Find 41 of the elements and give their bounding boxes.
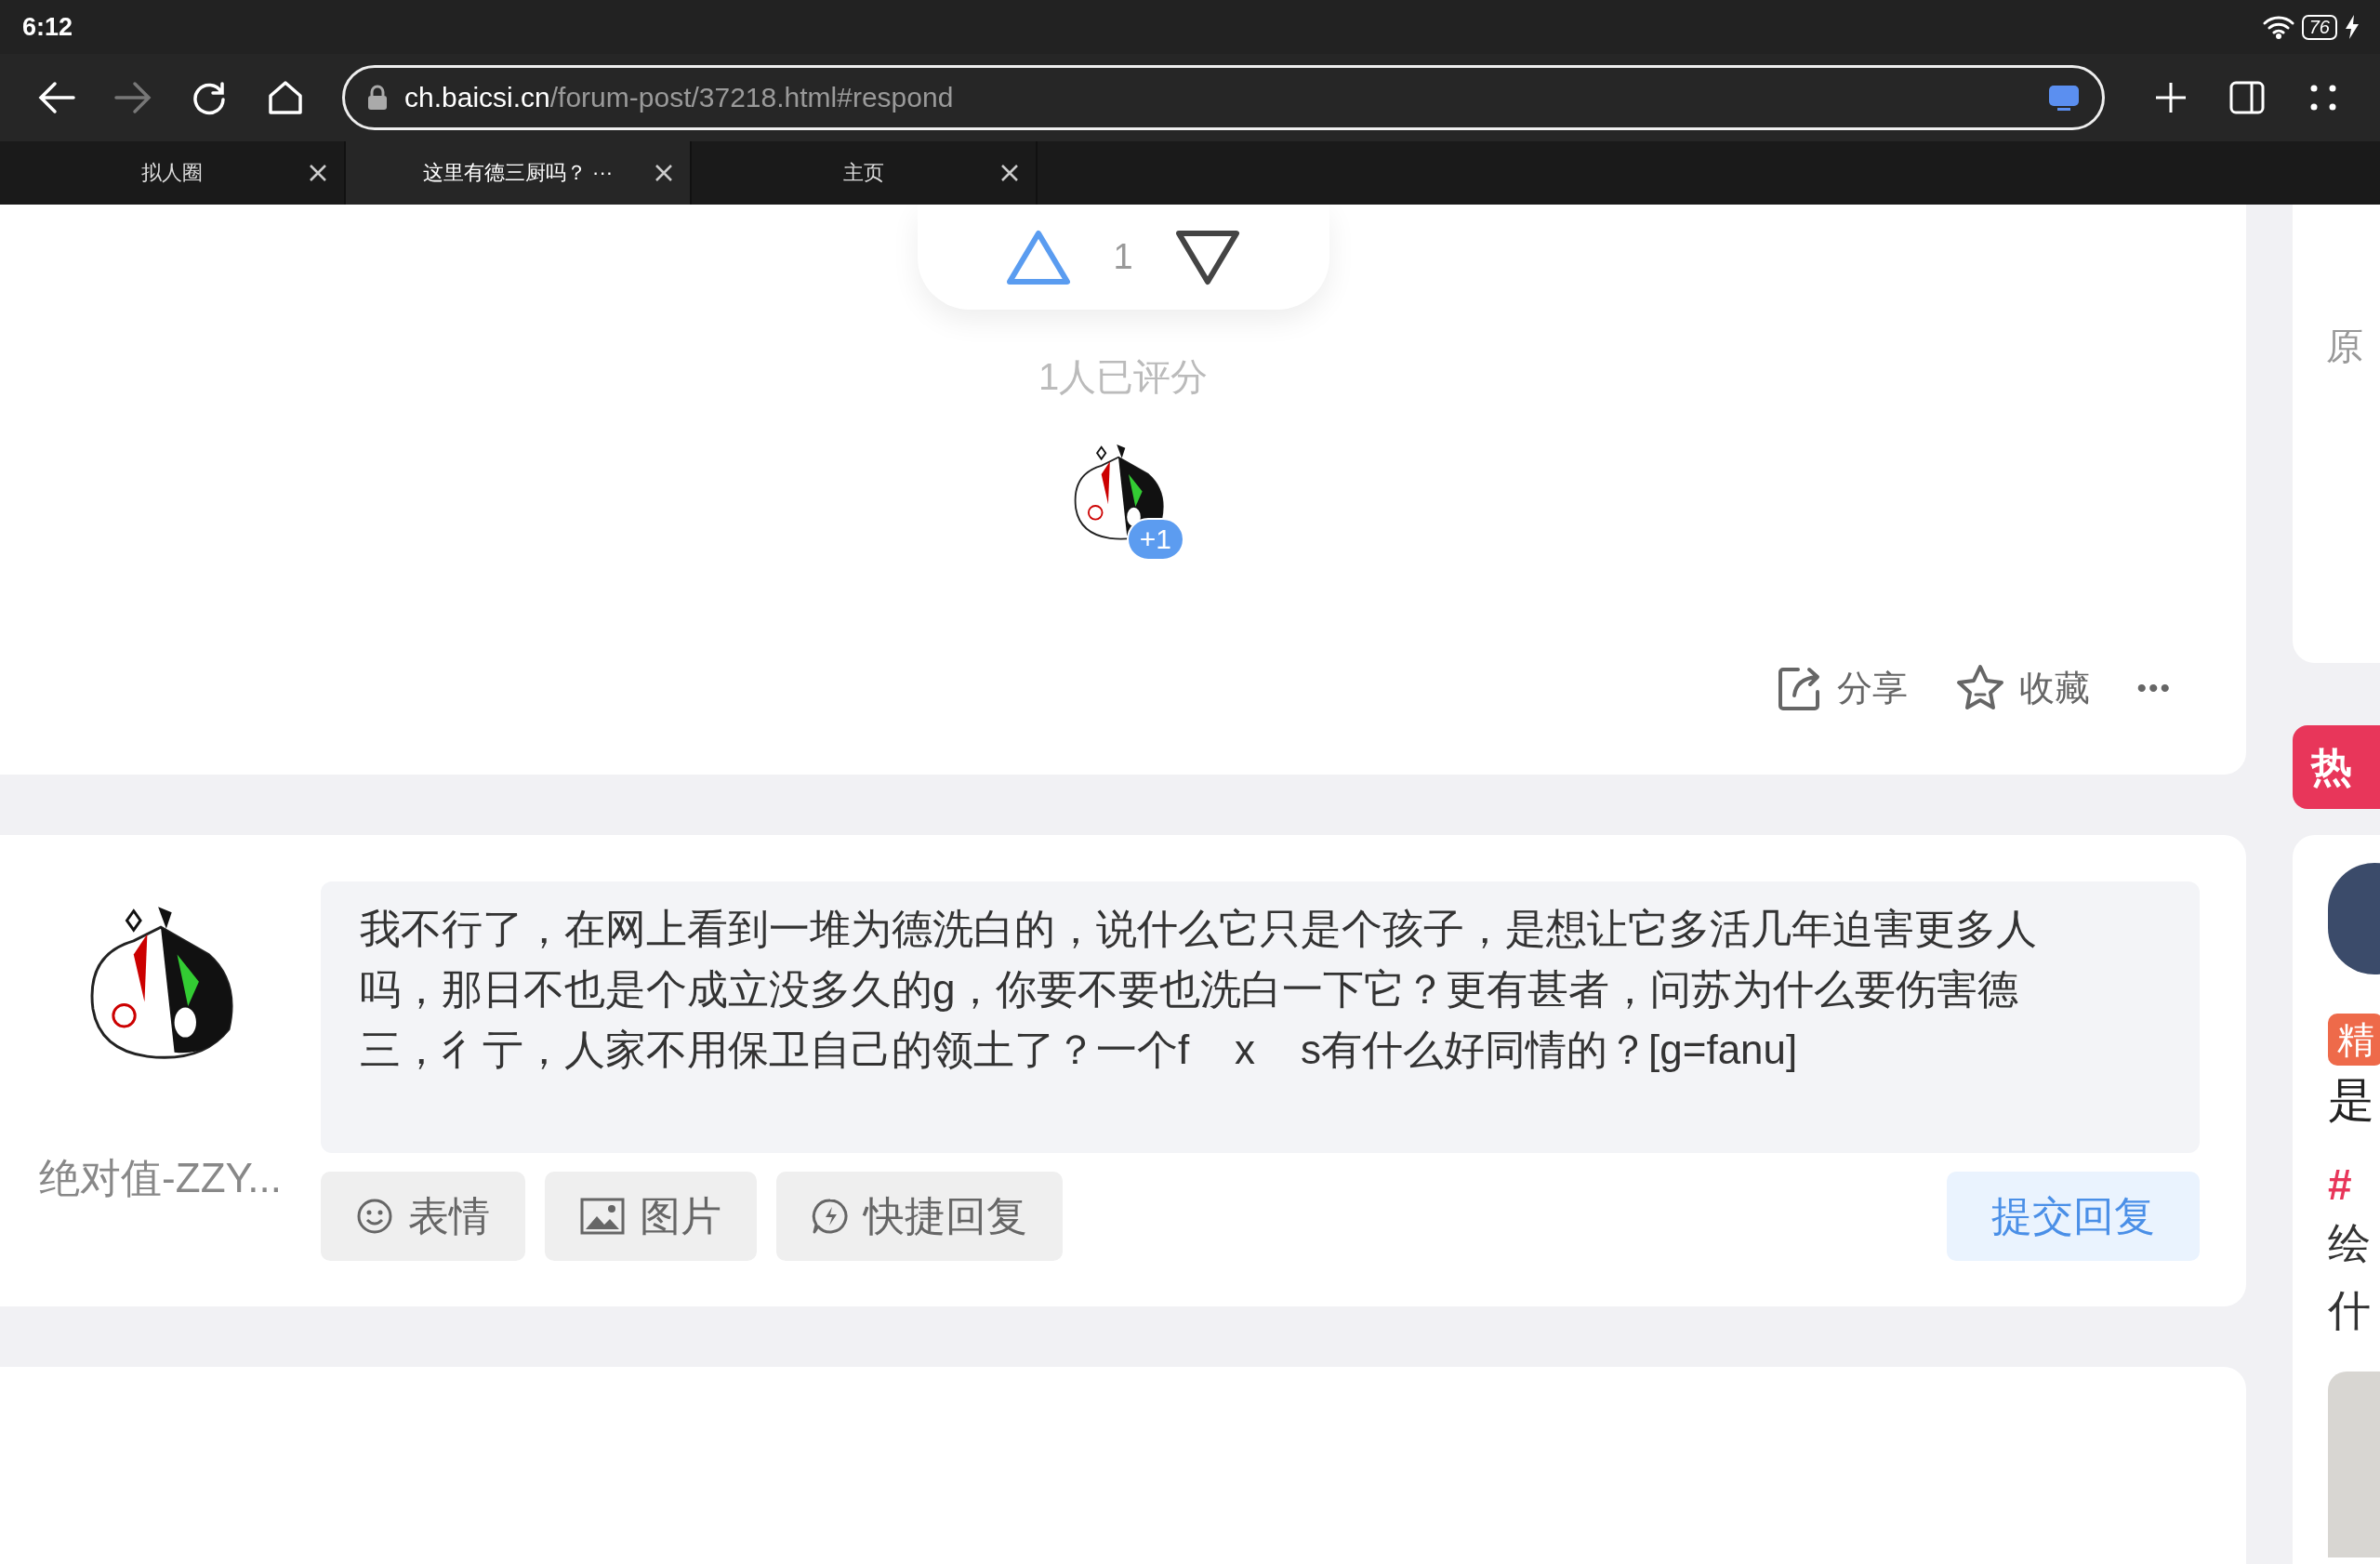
close-icon[interactable] <box>654 164 673 182</box>
close-icon[interactable] <box>1000 164 1019 182</box>
featured-badge: 精 <box>2328 1014 2380 1066</box>
lock-icon <box>367 85 388 111</box>
favorite-button[interactable]: 收藏 <box>1954 663 2091 713</box>
screen-icon[interactable] <box>2048 84 2080 112</box>
image-icon <box>580 1198 625 1235</box>
reply-field[interactable]: 我不行了，在网上看到一堆为德洗白的，说什么它只是个孩子，是想让它多活几年迫害更多人吗，那日不也是个成立没多久的g，你要不要也洗白一下它？更有甚者，问苏为什么要伤害德三，彳亍，人家不用保卫自己的领土了？一个f x s有什么好同情的？[g=fanu] <box>321 881 2200 1153</box>
share-button[interactable]: 分享 <box>1776 664 1909 712</box>
post-excerpt: 绘 <box>2328 1218 2372 1269</box>
upvote-icon[interactable] <box>1006 229 1071 285</box>
back-icon <box>38 81 75 114</box>
home-icon <box>267 79 304 116</box>
username: 绝对值-ZZY... <box>39 1154 282 1202</box>
post-excerpt: 什 <box>2328 1285 2372 1336</box>
rating-badge: +1 <box>1126 518 1184 561</box>
wifi-icon <box>2262 14 2294 40</box>
sidebar-icon <box>2229 81 2265 114</box>
vote-count: 1 <box>1112 237 1134 277</box>
address-bar[interactable]: ch.baicsi.cn/forum-post/37218.html#respond <box>342 65 2105 130</box>
url-text: ch.baicsi.cn/forum-post/37218.html#respond <box>404 82 955 113</box>
clock-time: 6:12 <box>22 12 73 42</box>
quick-button[interactable]: 快捷回复 <box>776 1172 1063 1261</box>
battery-level: 76 <box>2301 14 2337 40</box>
post-title: 是 <box>2328 1073 2375 1128</box>
card-text: 原 <box>2326 325 2363 366</box>
lightning-chat-icon <box>812 1198 849 1235</box>
downvote-icon[interactable] <box>1175 229 1240 285</box>
reload-icon <box>191 79 228 116</box>
more-button[interactable]: ••• <box>2136 672 2172 704</box>
emoji-button[interactable]: 表情 <box>321 1172 525 1261</box>
browser-tab[interactable]: 这里有德三厨吗？ ··· <box>346 141 692 205</box>
plus-icon <box>2154 81 2188 114</box>
rating-count-text: 1人已评分 <box>1038 355 1209 399</box>
hot-tab[interactable]: 热 <box>2293 725 2380 809</box>
topic-tag[interactable]: # <box>2328 1160 2380 1210</box>
smiley-icon <box>356 1198 393 1235</box>
submit-reply-button[interactable]: 提交回复 <box>1947 1172 2200 1261</box>
image-button[interactable]: 图片 <box>545 1172 757 1261</box>
close-icon[interactable] <box>309 164 327 182</box>
menu-icon <box>2309 84 2337 112</box>
